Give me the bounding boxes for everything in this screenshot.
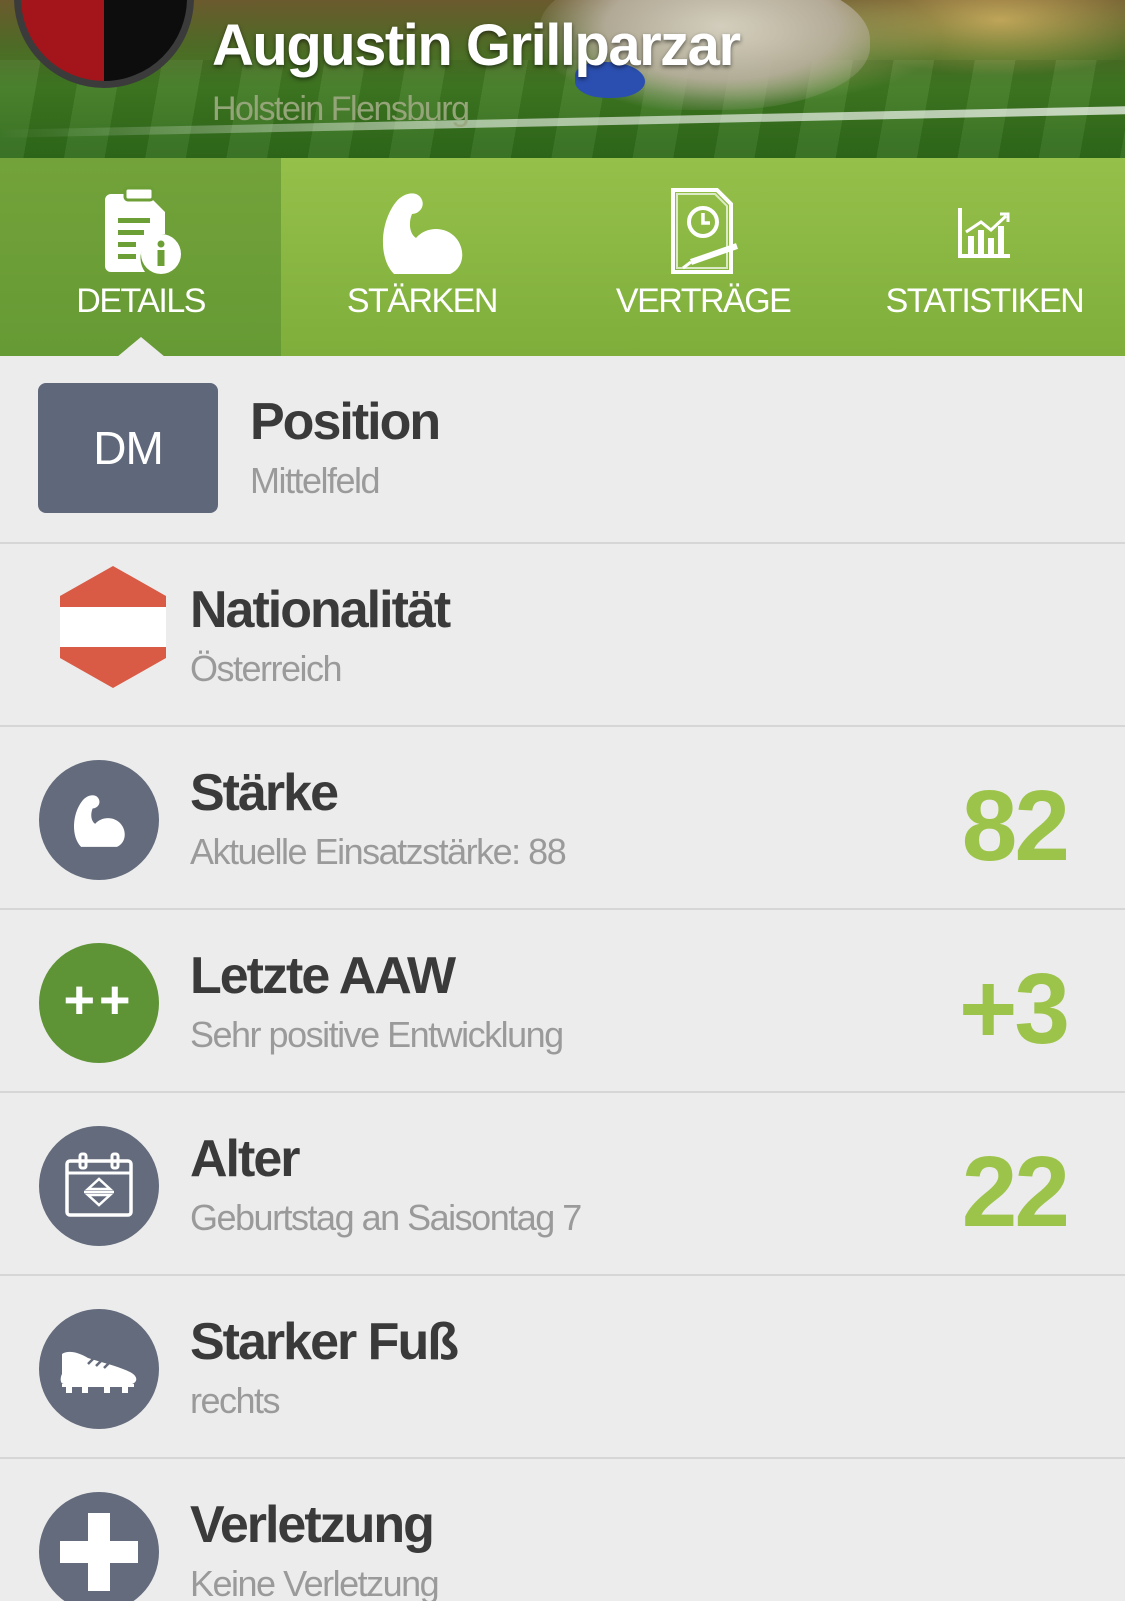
player-header: Augustin Grillparzar Holstein Flensburg <box>0 0 1125 158</box>
last-aaw-value: +3 <box>958 953 1070 1065</box>
tab-statistiken-label: STATISTIKEN <box>885 282 1085 320</box>
flexed-arm-icon <box>281 182 562 282</box>
age-title: Alter <box>190 1130 300 1188</box>
list-item-last-aaw[interactable]: ++ Letzte AAW Sehr positive Entwicklung … <box>0 910 1125 1093</box>
injury-subtitle: Keine Verletzung <box>190 1563 440 1601</box>
position-value: Mittelfeld <box>250 460 381 501</box>
strong-foot-value: rechts <box>190 1380 281 1421</box>
injury-title: Verletzung <box>190 1496 435 1554</box>
tab-staerken-label: STÄRKEN <box>346 282 499 320</box>
list-item-injury[interactable]: Verletzung Keine Verletzung <box>0 1459 1125 1601</box>
age-subtitle: Geburtstag an Saisontag 7 <box>190 1197 582 1238</box>
last-aaw-title: Letzte AAW <box>190 947 456 1005</box>
nationality-value: Österreich <box>190 648 343 689</box>
tab-bar: DETAILS STÄRKEN VERTRÄGE STATISTIKEN <box>0 158 1125 357</box>
list-item-strong-foot[interactable]: Starker Fuß rechts <box>0 1276 1125 1459</box>
double-plus-icon: ++ <box>39 943 159 1063</box>
flexed-arm-icon <box>39 760 159 880</box>
document-info-icon <box>0 182 281 282</box>
list-item-age[interactable]: Alter Geburtstag an Saisontag 7 22 <box>0 1093 1125 1276</box>
calendar-icon <box>39 1126 159 1246</box>
list-item-position[interactable]: DM Position Mittelfeld <box>0 356 1125 544</box>
tab-vertraege-label: VERTRÄGE <box>615 282 792 320</box>
strength-subtitle: Aktuelle Einsatzstärke: 88 <box>190 831 567 872</box>
list-item-strength[interactable]: Stärke Aktuelle Einsatzstärke: 88 82 <box>0 727 1125 910</box>
tab-details-label: DETAILS <box>76 282 206 320</box>
strength-value: 82 <box>961 770 1070 882</box>
tab-vertraege[interactable]: VERTRÄGE <box>563 158 844 356</box>
bar-chart-icon <box>844 182 1125 282</box>
strong-foot-title: Starker Fuß <box>190 1313 459 1371</box>
contract-clock-icon <box>563 182 844 282</box>
club-name[interactable]: Holstein Flensburg <box>212 90 470 129</box>
football-boot-icon <box>39 1309 159 1429</box>
nationality-title: Nationalität <box>190 581 451 639</box>
age-value: 22 <box>961 1136 1070 1248</box>
position-badge: DM <box>38 383 218 513</box>
player-name: Augustin Grillparzar <box>212 13 741 78</box>
strength-title: Stärke <box>190 764 339 822</box>
tab-staerken[interactable]: STÄRKEN <box>281 158 562 356</box>
active-tab-indicator <box>116 337 165 357</box>
austria-flag-icon <box>60 566 166 688</box>
player-details-list: DM Position Mittelfeld Nationalität Öste… <box>0 356 1125 1601</box>
list-item-nationality[interactable]: Nationalität Österreich <box>0 544 1125 727</box>
medical-cross-icon <box>39 1492 159 1601</box>
last-aaw-subtitle: Sehr positive Entwicklung <box>190 1014 564 1055</box>
tab-statistiken[interactable]: STATISTIKEN <box>844 158 1125 356</box>
tab-details[interactable]: DETAILS <box>0 158 282 357</box>
aaw-icon-text: ++ <box>63 970 135 1030</box>
position-title: Position <box>250 393 441 451</box>
